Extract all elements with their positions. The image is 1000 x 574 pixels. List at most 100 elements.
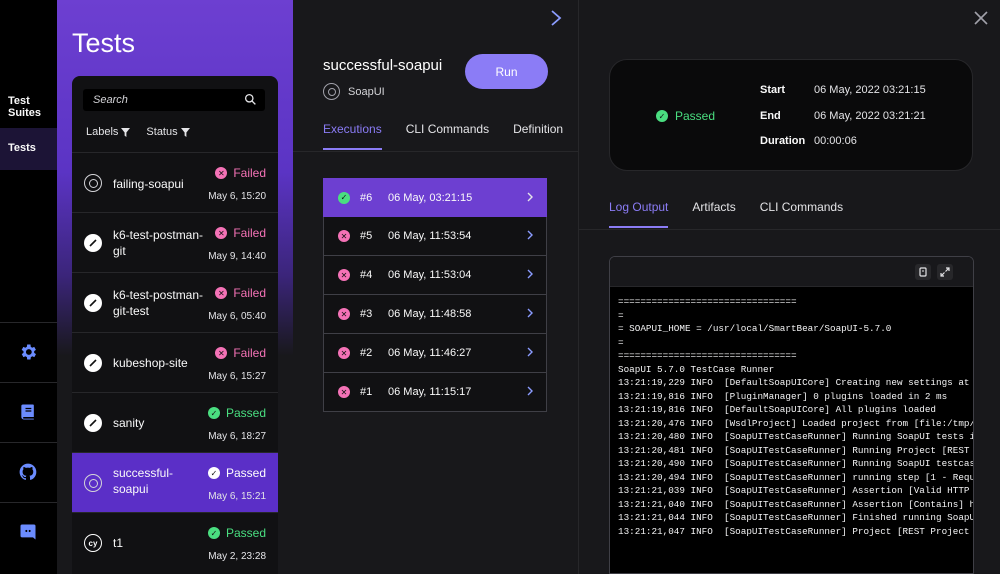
execution-date: 06 May, 11:53:54 bbox=[388, 230, 472, 242]
rail-item-tests[interactable]: Tests bbox=[0, 128, 57, 170]
chevron-right-icon[interactable] bbox=[548, 9, 564, 27]
k6-icon bbox=[84, 294, 102, 312]
tab-artifacts[interactable]: Artifacts bbox=[692, 200, 735, 228]
rail-divider bbox=[0, 322, 57, 323]
test-item[interactable]: k6-test-postman-git ✕ Failed May 9, 14:40 bbox=[72, 212, 278, 272]
status-text: Passed bbox=[225, 466, 266, 480]
test-date: May 2, 23:28 bbox=[208, 551, 266, 562]
status-filter[interactable]: Status bbox=[146, 126, 190, 138]
execution-row[interactable]: ✕ #5 06 May, 11:53:54 bbox=[323, 217, 547, 256]
failed-icon: ✕ bbox=[338, 386, 350, 398]
soapui-icon bbox=[84, 474, 102, 492]
log-text: ================================ = = SOAPU… bbox=[610, 287, 973, 538]
chevron-right-icon bbox=[527, 230, 533, 240]
run-button[interactable]: Run bbox=[465, 54, 548, 89]
k6-icon bbox=[84, 234, 102, 252]
github-icon[interactable] bbox=[17, 461, 39, 483]
test-item[interactable]: k6-test-postman-git-test ✕ Failed May 6, … bbox=[72, 272, 278, 332]
execution-date: 06 May, 11:48:58 bbox=[388, 308, 472, 320]
tab-cli-commands[interactable]: CLI Commands bbox=[406, 122, 489, 150]
test-item[interactable]: failing-soapui ✕ Failed May 6, 15:20 bbox=[72, 152, 278, 212]
tab-divider bbox=[579, 229, 1000, 230]
status-badge: ✓ Passed bbox=[207, 406, 266, 420]
book-icon[interactable] bbox=[17, 401, 39, 423]
cypress-icon: cy bbox=[84, 534, 102, 552]
tab-cli-commands[interactable]: CLI Commands bbox=[760, 200, 843, 228]
close-icon[interactable] bbox=[974, 11, 988, 25]
expand-icon bbox=[940, 267, 950, 277]
detail-tabs: Executions CLI Commands Definition bbox=[323, 122, 563, 150]
log-line: 13:21:19,816 INFO [DefaultSoapUICore] Al… bbox=[618, 404, 937, 415]
execution-date: 06 May, 11:15:17 bbox=[388, 386, 472, 398]
labels-filter[interactable]: Labels bbox=[86, 126, 131, 138]
search-input[interactable]: Search bbox=[83, 89, 265, 111]
k6-icon bbox=[84, 354, 102, 372]
test-date: May 6, 15:20 bbox=[208, 191, 266, 202]
execution-row[interactable]: ✕ #2 06 May, 11:46:27 bbox=[323, 334, 547, 373]
soapui-icon bbox=[84, 174, 102, 192]
rail-divider bbox=[0, 442, 57, 443]
test-title: successful-soapui bbox=[323, 57, 443, 74]
end-label: End bbox=[760, 110, 781, 122]
failed-icon: ✕ bbox=[338, 230, 350, 242]
log-line: = bbox=[618, 336, 624, 348]
chevron-right-icon bbox=[527, 347, 533, 357]
test-date: May 6, 18:27 bbox=[208, 431, 266, 442]
end-value: 06 May, 2022 03:21:21 bbox=[814, 110, 926, 122]
log-line: 13:21:21,039 INFO [SoapUITestCaseRunner]… bbox=[618, 485, 974, 496]
tab-definition[interactable]: Definition bbox=[513, 122, 563, 150]
tab-divider bbox=[293, 151, 578, 152]
failed-icon: ✕ bbox=[338, 269, 350, 281]
execution-row[interactable]: ✕ #1 06 May, 11:15:17 bbox=[323, 373, 547, 412]
log-line: ================================ bbox=[618, 296, 797, 307]
execution-number: #5 bbox=[360, 230, 373, 242]
execution-row[interactable]: ✕ #3 06 May, 11:48:58 bbox=[323, 295, 547, 334]
filters: Labels Status bbox=[86, 126, 190, 138]
execution-status: ✓ Passed bbox=[656, 109, 715, 123]
copy-button[interactable] bbox=[915, 264, 931, 280]
log-line: 13:21:19,816 INFO [PluginManager] 0 plug… bbox=[618, 390, 948, 402]
test-list: failing-soapui ✕ Failed May 6, 15:20 k6-t… bbox=[72, 152, 278, 572]
gear-icon[interactable] bbox=[17, 341, 39, 363]
execution-status-text: Passed bbox=[675, 109, 716, 123]
execution-date: 06 May, 11:46:27 bbox=[388, 347, 472, 359]
execution-number: #2 bbox=[360, 347, 373, 359]
status-badge: ✓ Passed bbox=[207, 526, 266, 540]
status-text: Failed bbox=[233, 346, 266, 360]
test-date: May 9, 14:40 bbox=[208, 251, 266, 262]
discord-icon[interactable] bbox=[17, 521, 39, 543]
log-line: 13:21:21,040 INFO [SoapUITestCaseRunner]… bbox=[618, 498, 974, 510]
passed-icon: ✓ bbox=[656, 110, 668, 122]
execution-row[interactable]: ✓ #6 06 May, 03:21:15 bbox=[323, 178, 547, 217]
status-text: Passed bbox=[225, 406, 266, 420]
execution-date: 06 May, 11:53:04 bbox=[388, 269, 472, 281]
status-badge: ✕ Failed bbox=[215, 286, 266, 300]
test-type-label: SoapUI bbox=[348, 85, 385, 98]
execution-number: #3 bbox=[360, 308, 373, 320]
test-name: failing-soapui bbox=[113, 177, 184, 191]
failed-icon: ✕ bbox=[215, 227, 228, 239]
status-badge: ✕ Failed bbox=[215, 166, 266, 180]
log-output[interactable]: ================================ = = SOAPU… bbox=[609, 256, 974, 574]
test-item[interactable]: cy t1 ✓ Passed May 2, 23:28 bbox=[72, 512, 278, 572]
execution-row[interactable]: ✕ #4 06 May, 11:53:04 bbox=[323, 256, 547, 295]
soapui-icon bbox=[323, 83, 340, 100]
test-item-selected[interactable]: successful-soapui ✓ Passed May 6, 15:21 bbox=[72, 452, 278, 512]
test-item[interactable]: sanity ✓ Passed May 6, 18:27 bbox=[72, 392, 278, 452]
test-item[interactable]: kubeshop-site ✕ Failed May 6, 15:27 bbox=[72, 332, 278, 392]
failed-icon: ✕ bbox=[338, 347, 350, 359]
rail-item-test-suites[interactable]: Test Suites bbox=[0, 95, 57, 125]
rail-divider bbox=[0, 502, 57, 503]
status-filter-label: Status bbox=[146, 126, 178, 138]
test-name: sanity bbox=[113, 416, 145, 430]
tests-panel: Search Labels Status failing-soapui ✕ Fai… bbox=[72, 76, 278, 574]
duration-value: 00:00:06 bbox=[814, 135, 857, 147]
chevron-right-icon bbox=[527, 386, 533, 396]
tab-executions[interactable]: Executions bbox=[323, 122, 382, 150]
executions-list: ✓ #6 06 May, 03:21:15 ✕ #5 06 May, 11:53… bbox=[323, 178, 547, 412]
status-badge: ✕ Failed bbox=[215, 346, 266, 360]
tab-log-output[interactable]: Log Output bbox=[609, 200, 669, 228]
fullscreen-button[interactable] bbox=[937, 264, 953, 280]
execution-number: #6 bbox=[360, 191, 373, 204]
execution-summary: ✓ Passed Start 06 May, 2022 03:21:15 End… bbox=[609, 59, 973, 171]
